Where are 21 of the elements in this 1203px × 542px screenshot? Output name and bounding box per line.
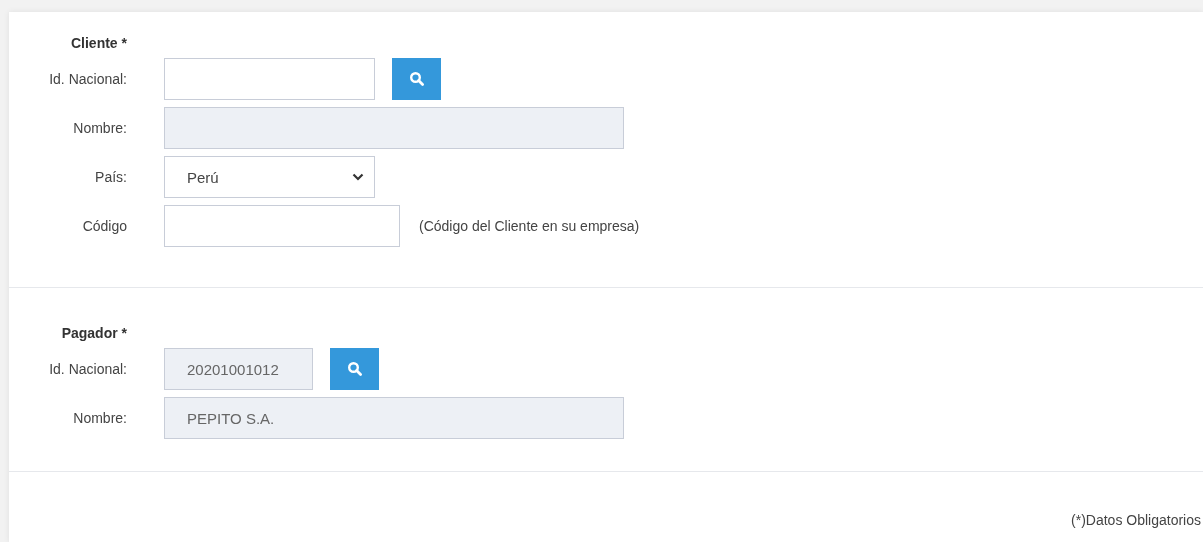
chevron-down-icon [352, 173, 364, 181]
field-label: Nombre: [73, 120, 127, 136]
field-hint: (Código del Cliente en su empresa) [419, 218, 640, 234]
field-label: Id. Nacional: [49, 361, 127, 377]
input-field[interactable]: 20201001012 [164, 348, 313, 390]
search-button[interactable] [330, 348, 379, 390]
dropdown-field[interactable]: Perú [164, 156, 375, 198]
input-field[interactable] [164, 107, 624, 149]
search-button[interactable] [392, 58, 441, 100]
search-icon [408, 71, 425, 87]
input-field[interactable] [164, 205, 400, 247]
footnote-text: (*)Datos Obligatorios [1071, 512, 1201, 528]
field-label: Código [82, 218, 127, 234]
field-label: País: [95, 169, 127, 185]
field-label: Nombre: [73, 410, 127, 426]
search-icon [346, 361, 363, 377]
input-field[interactable] [164, 58, 375, 100]
input-field[interactable]: PEPITO S.A. [164, 397, 624, 439]
field-label: Id. Nacional: [49, 71, 127, 87]
section-title: Cliente * [71, 35, 127, 51]
section-title: Pagador * [61, 325, 127, 341]
